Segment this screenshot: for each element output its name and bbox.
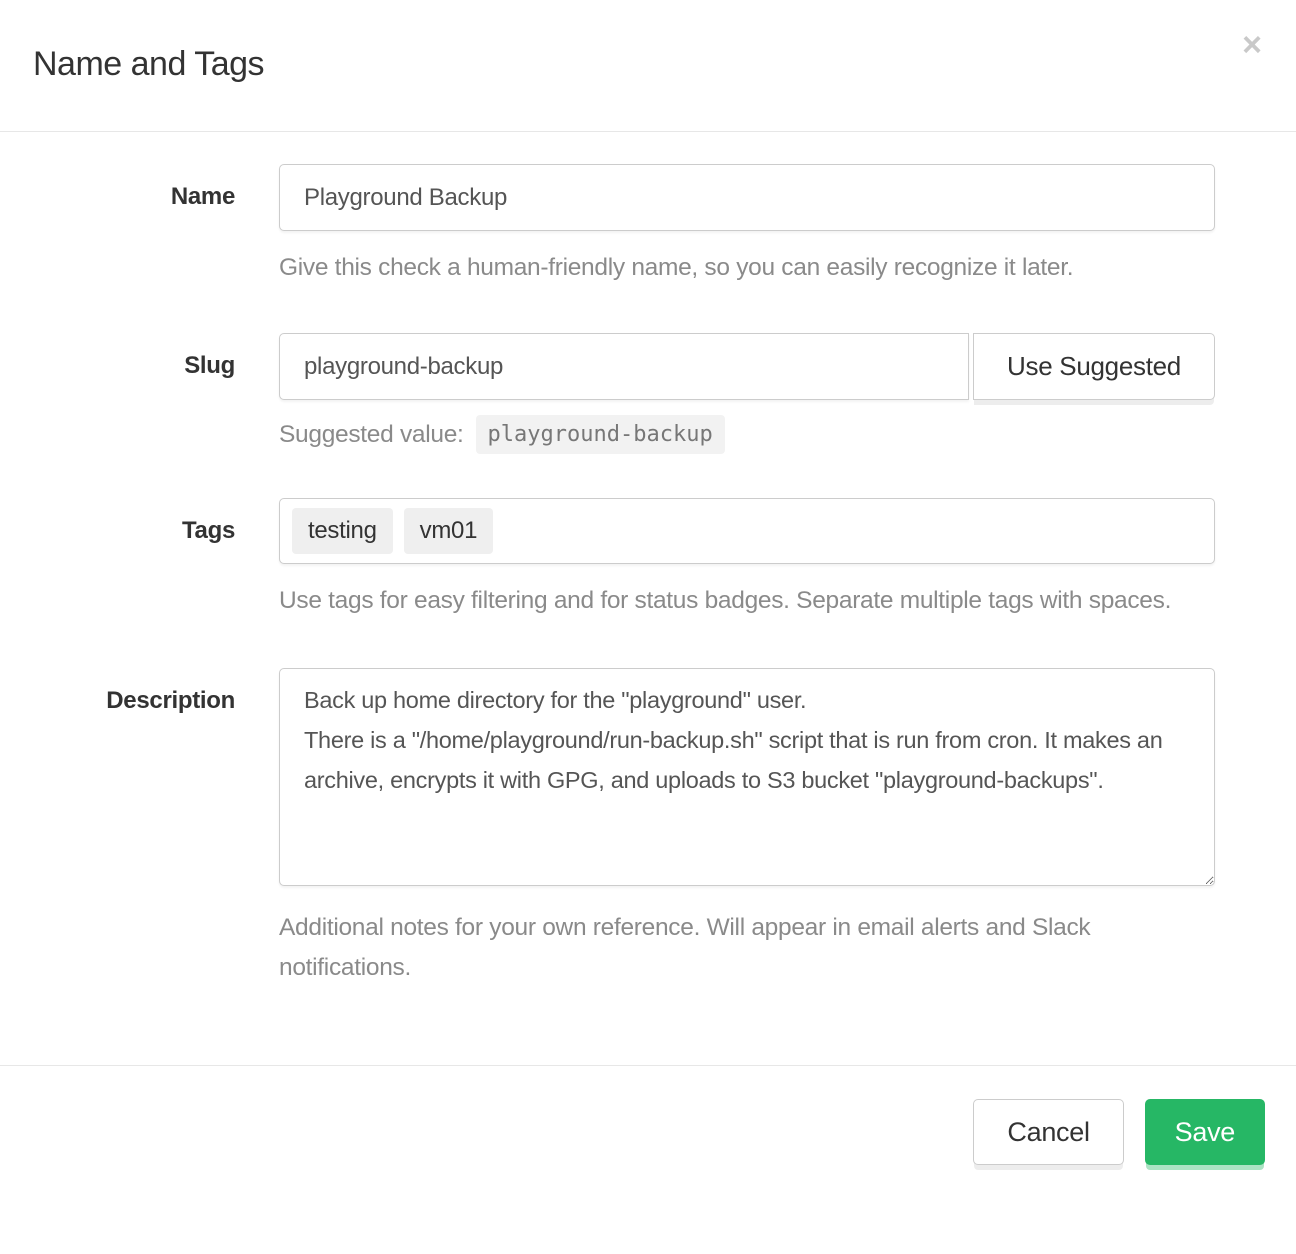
slug-label: Slug bbox=[0, 333, 235, 454]
modal-header: Name and Tags × bbox=[0, 0, 1296, 132]
modal-body: Name Give this check a human-friendly na… bbox=[0, 132, 1296, 1065]
name-input[interactable] bbox=[279, 164, 1215, 231]
tags-input[interactable]: testing vm01 bbox=[279, 498, 1215, 564]
suggested-value-line: Suggested value: playground-backup bbox=[279, 415, 1215, 454]
description-label: Description bbox=[0, 668, 235, 988]
tags-help-text: Use tags for easy filtering and for stat… bbox=[279, 581, 1215, 621]
use-suggested-button[interactable]: Use Suggested bbox=[973, 333, 1215, 400]
slug-row: Slug Use Suggested Suggested value: play… bbox=[0, 333, 1296, 454]
modal-footer: Cancel Save bbox=[0, 1065, 1296, 1196]
close-icon[interactable]: × bbox=[1236, 26, 1268, 64]
tag-chip: vm01 bbox=[404, 508, 494, 554]
modal-title: Name and Tags bbox=[33, 46, 1263, 83]
name-row: Name Give this check a human-friendly na… bbox=[0, 164, 1296, 288]
tags-row: Tags testing vm01 Use tags for easy filt… bbox=[0, 498, 1296, 621]
name-and-tags-modal: Name and Tags × Name Give this check a h… bbox=[0, 0, 1296, 1254]
description-help-text: Additional notes for your own reference.… bbox=[279, 908, 1215, 988]
tags-label: Tags bbox=[0, 498, 235, 621]
suggested-value-label: Suggested value: bbox=[279, 421, 464, 449]
description-textarea[interactable]: Back up home directory for the "playgrou… bbox=[279, 668, 1215, 886]
description-row: Description Back up home directory for t… bbox=[0, 668, 1296, 988]
save-button[interactable]: Save bbox=[1145, 1099, 1265, 1165]
tag-chip: testing bbox=[292, 508, 393, 554]
slug-input[interactable] bbox=[279, 333, 969, 400]
cancel-button[interactable]: Cancel bbox=[973, 1099, 1123, 1165]
slug-input-group: Use Suggested bbox=[279, 333, 1215, 400]
suggested-value-code: playground-backup bbox=[476, 415, 725, 454]
name-label: Name bbox=[0, 164, 235, 288]
name-help-text: Give this check a human-friendly name, s… bbox=[279, 248, 1215, 288]
